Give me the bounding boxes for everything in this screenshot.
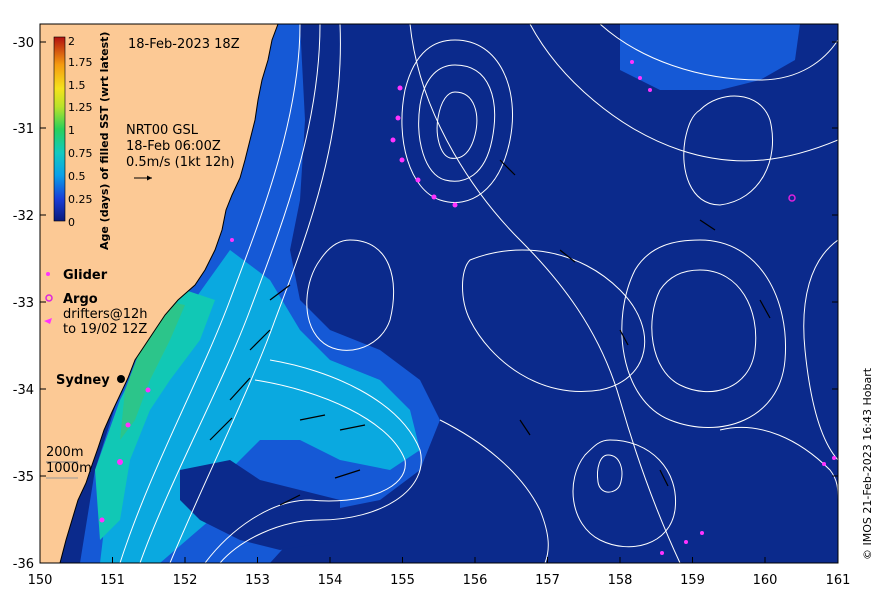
credit-text: © IMOS 21-Feb-2023 16:43 Hobart [861,367,874,560]
product-time: 18-Feb 06:00Z [126,139,221,154]
drifters-legend-range: to 19/02 12Z [63,322,147,337]
drifter-point [431,194,437,200]
lon-tick-label: 154 [318,573,343,588]
drifter-point [390,137,396,143]
drifter-point [630,60,634,64]
glider-legend-label: Glider [63,268,108,283]
lat-tick-label: -30 [13,36,34,51]
lat-tick-label: -35 [13,470,34,485]
drifter-point [399,157,405,163]
city-label-sydney: Sydney [56,373,110,388]
lat-tick-labels: -30 -31 -32 -33 -34 -35 -36 [13,36,34,572]
drifters-legend-label: drifters@12h [63,307,148,322]
drifter-point [145,387,151,393]
colorbar-tick: 0 [68,216,75,229]
argo-legend-label: Argo [63,292,98,307]
colorbar-tick: 0.5 [68,170,86,183]
drifter-point [822,462,826,466]
map-timestamp: 18-Feb-2023 18Z [128,37,240,52]
drifter-point [415,177,421,183]
lon-tick-label: 160 [753,573,778,588]
product-name: NRT00 GSL [126,123,199,138]
drifter-point [648,88,652,92]
scale-label: 0.5m/s (1kt 12h) [126,155,235,170]
colorbar-tick: 1.75 [68,56,93,69]
colorbar-title: Age (days) of filled SST (wrt latest) [98,32,111,250]
sst-map-figure: 2 1.75 1.5 1.25 1 0.75 0.5 0.25 0 Age (d… [13,23,874,588]
lon-tick-label: 159 [680,573,705,588]
colorbar [53,36,66,222]
map-plot-area [40,24,838,563]
lat-tick-label: -32 [13,209,34,224]
lon-tick-label: 152 [173,573,198,588]
lon-tick-label: 158 [608,573,633,588]
drifter-point [684,540,688,544]
depth-label-200m: 200m [46,445,83,460]
lon-tick-label: 150 [28,573,53,588]
lon-tick-label: 153 [245,573,270,588]
sydney-marker [117,375,125,383]
colorbar-tick: 1.5 [68,79,86,92]
drifter-point [660,551,664,555]
depth-label-1000m: 1000m [46,461,92,476]
lat-tick-label: -33 [13,296,34,311]
drifter-point [125,422,131,428]
lat-tick-label: -31 [13,122,34,137]
lon-tick-labels: 150 151 152 153 154 155 156 157 158 159 … [28,573,851,588]
drifter-point [700,531,704,535]
lon-tick-label: 151 [100,573,125,588]
colorbar-tick: 0.25 [68,193,93,206]
glider-legend-marker [46,272,50,276]
drifter-point [452,202,458,208]
drifter-point [832,456,836,460]
colorbar-tick: 2 [68,35,75,48]
drifter-point [230,238,234,242]
drifter-point [395,115,401,121]
lon-tick-label: 157 [535,573,560,588]
lat-tick-label: -34 [13,383,34,398]
lon-tick-label: 155 [390,573,415,588]
drifter-point [99,517,105,523]
lon-tick-label: 161 [826,573,851,588]
colorbar-tick: 1 [68,124,75,137]
lon-tick-label: 156 [463,573,488,588]
colorbar-tick: 1.25 [68,101,93,114]
lat-tick-label: -36 [13,557,34,572]
colorbar-tick: 0.75 [68,147,93,160]
drifter-point [638,76,642,80]
drifter-point [117,459,123,465]
drifter-point [397,85,403,91]
